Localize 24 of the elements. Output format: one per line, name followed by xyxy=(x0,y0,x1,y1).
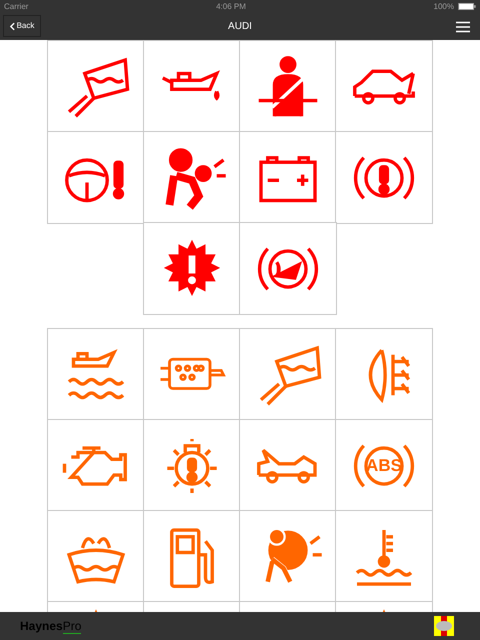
warning-light-tile[interactable] xyxy=(240,132,336,223)
warning-light-tile[interactable] xyxy=(144,329,240,420)
abs-label: ABS xyxy=(366,454,402,477)
chevron-left-icon xyxy=(10,22,15,30)
warning-light-tile[interactable] xyxy=(240,420,336,511)
warning-light-tile[interactable] xyxy=(240,41,336,132)
page-title: AUDI xyxy=(228,20,252,34)
battery-text: 100% xyxy=(434,0,454,12)
warning-light-tile[interactable] xyxy=(240,329,336,420)
warning-light-tile[interactable] xyxy=(48,41,144,132)
warning-light-tile[interactable] xyxy=(240,511,336,602)
menu-icon[interactable] xyxy=(456,20,470,32)
warning-light-tile[interactable] xyxy=(144,511,240,602)
battery-icon xyxy=(458,3,476,10)
warning-light-tile[interactable] xyxy=(144,41,240,132)
warning-light-tile[interactable] xyxy=(48,511,144,602)
warning-light-tile[interactable] xyxy=(144,420,240,511)
warning-light-tile[interactable] xyxy=(48,329,144,420)
warning-light-tile[interactable] xyxy=(48,420,144,511)
badge-logo-icon xyxy=(434,616,454,636)
carrier-text: Carrier xyxy=(4,0,28,12)
time-text: 4:06 PM xyxy=(216,0,246,12)
warning-light-tile[interactable] xyxy=(144,132,240,223)
back-button[interactable]: Back xyxy=(3,15,41,37)
